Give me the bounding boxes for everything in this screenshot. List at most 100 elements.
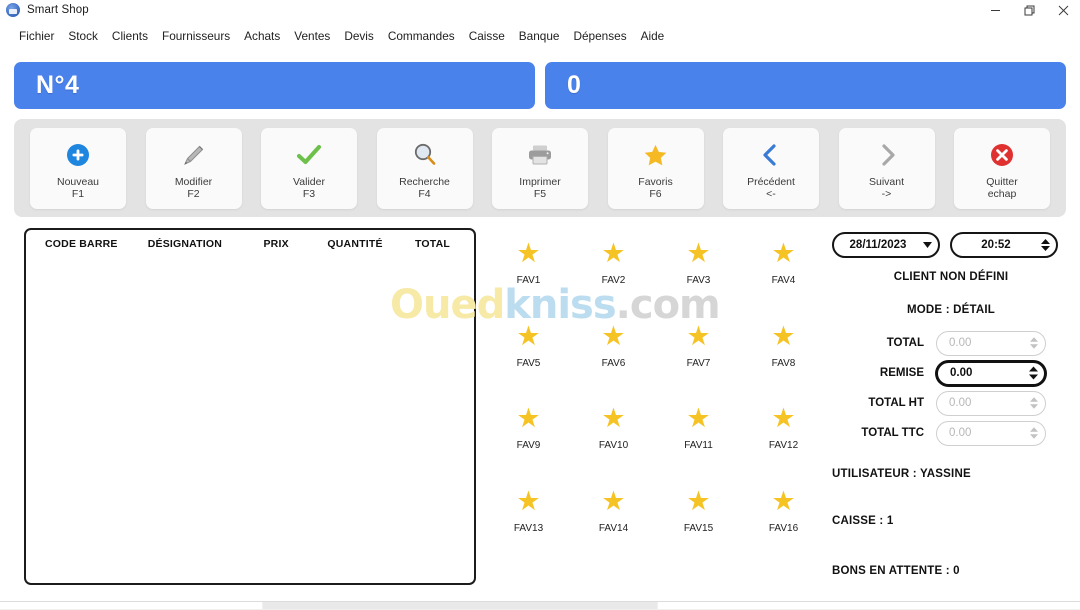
remise-label: REMISE [879,367,924,379]
validate-button[interactable]: Valider F3 [261,127,357,209]
column-header-prix[interactable]: PRIX [239,238,313,250]
total-value: 0.00 [949,337,972,349]
favorite-button-11[interactable]: ★ FAV11 [656,403,741,486]
favorite-button-2[interactable]: ★ FAV2 [571,238,656,321]
total-ttc-value: 0.00 [949,427,972,439]
star-icon: ★ [516,485,541,516]
total-ttc-field[interactable]: 0.00 [936,420,1046,446]
favorite-button-7[interactable]: ★ FAV7 [656,321,741,404]
menu-item-banque[interactable]: Banque [512,27,567,45]
favorite-button-3[interactable]: ★ FAV3 [656,238,741,321]
amount-bar[interactable]: 0 [545,62,1066,109]
favorite-button-12[interactable]: ★ FAV12 [741,403,826,486]
favorite-button-16[interactable]: ★ FAV16 [741,486,826,569]
time-picker[interactable]: 20:52 [950,232,1058,258]
previous-button[interactable]: Précédent <- [723,127,819,209]
pencil-icon [181,140,207,170]
remise-spinner[interactable] [1022,366,1044,380]
search-button[interactable]: Recherche F4 [376,127,473,209]
menu-item-fichier[interactable]: Fichier [12,27,61,45]
chevron-down-icon[interactable] [916,242,938,248]
total-field[interactable]: 0.00 [936,330,1046,356]
favorite-button-10[interactable]: ★ FAV10 [571,403,656,486]
edit-button[interactable]: Modifier F2 [145,127,242,209]
ticket-info-panel: 28/11/2023 20:52 CLIENT NON DÉFINI MODE … [832,232,1070,582]
menu-item-ventes[interactable]: Ventes [287,27,337,45]
spinner-down-icon [1030,404,1038,409]
menu-item-clients[interactable]: Clients [105,27,155,45]
menu-item-aide[interactable]: Aide [634,27,672,45]
total-ht-spinner[interactable] [1023,397,1045,409]
favorite-label: FAV6 [601,357,626,369]
column-header-designation[interactable]: DÉSIGNATION [131,238,240,250]
star-icon: ★ [601,403,626,433]
favorite-button-1[interactable]: ★ FAV1 [486,238,571,321]
printer-icon [526,140,554,170]
menu-item-caisse[interactable]: Caisse [462,27,512,45]
favorite-button-14[interactable]: ★ FAV14 [571,486,656,569]
title-bar: Smart Shop [0,0,1080,20]
star-icon: ★ [516,238,541,268]
favorite-label: FAV3 [686,275,711,286]
star-icon: ★ [686,320,711,351]
print-button-label: Imprimer [519,175,561,188]
next-button[interactable]: Suivant -> [838,127,935,209]
date-picker[interactable]: 28/11/2023 [832,232,940,258]
remise-field[interactable]: 0.00 [936,360,1046,386]
favorite-button-8[interactable]: ★ FAV8 [741,321,826,404]
spinner-up-icon [1030,337,1038,342]
favorites-button-label: Favoris [638,175,673,188]
menu-item-stock[interactable]: Stock [61,27,105,45]
next-button-label: Suivant [868,175,905,188]
restore-icon[interactable] [1012,0,1046,20]
spinner-up-icon [1030,427,1038,432]
quit-button-label: Quitter [986,175,1018,188]
menu-item-depenses[interactable]: Dépenses [566,27,633,45]
favorites-button-key: F6 [649,188,662,200]
total-ht-field[interactable]: 0.00 [936,390,1046,416]
close-circle-icon [989,140,1015,170]
ticket-number-bar[interactable]: N°4 [14,62,535,109]
column-header-total[interactable]: TOTAL [397,238,468,250]
status-bar [0,601,1080,610]
star-icon: ★ [686,403,711,433]
new-button[interactable]: Nouveau F1 [30,127,126,209]
quit-button[interactable]: Quitter echap [954,127,1050,209]
print-button[interactable]: Imprimer F5 [492,127,588,209]
total-spinner[interactable] [1023,337,1045,349]
favorite-button-9[interactable]: ★ FAV9 [486,403,571,486]
search-button-label: Recherche [399,175,450,188]
menu-item-commandes[interactable]: Commandes [381,27,462,45]
column-header-quantite[interactable]: QUANTITÉ [313,238,397,250]
items-grid-header: CODE BARRE DÉSIGNATION PRIX QUANTITÉ TOT… [26,230,474,258]
favorites-button[interactable]: Favoris F6 [607,127,704,209]
total-label: TOTAL [886,337,924,349]
favorite-button-13[interactable]: ★ FAV13 [486,486,571,569]
favorite-label: FAV13 [513,522,544,534]
total-ttc-spinner[interactable] [1023,427,1045,439]
favorite-label: FAV11 [684,440,713,451]
column-header-code-barre[interactable]: CODE BARRE [32,238,131,250]
minimize-icon[interactable] [978,0,1012,20]
main-toolbar: Nouveau F1 Modifier F2 Valider F3 Recher… [14,119,1066,217]
menu-item-devis[interactable]: Devis [337,27,381,45]
menu-item-achats[interactable]: Achats [237,27,287,45]
favorite-button-4[interactable]: ★ FAV4 [741,238,826,321]
close-icon[interactable] [1046,0,1080,20]
favorite-label: FAV10 [598,440,629,451]
items-grid-body[interactable] [26,258,474,583]
menu-item-fournisseurs[interactable]: Fournisseurs [155,27,237,45]
items-grid[interactable]: CODE BARRE DÉSIGNATION PRIX QUANTITÉ TOT… [24,228,476,585]
favorite-button-6[interactable]: ★ FAV6 [571,321,656,404]
favorite-button-5[interactable]: ★ FAV5 [486,321,571,404]
total-ttc-row: TOTAL TTC 0.00 [832,418,1070,448]
time-spinner[interactable] [1034,239,1056,251]
total-ttc-label: TOTAL TTC [861,427,924,439]
favorite-button-15[interactable]: ★ FAV15 [656,486,741,569]
status-segment-3 [658,602,1080,609]
favorite-label: FAV7 [686,357,711,369]
search-button-key: F4 [418,188,431,200]
star-icon: ★ [771,403,796,433]
status-segment-2 [263,602,657,609]
total-ht-label: TOTAL HT [868,397,924,409]
